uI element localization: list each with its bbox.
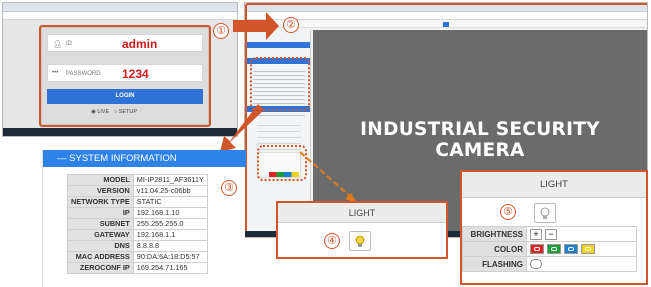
system-info-value: 8.8.8.8	[132, 240, 208, 252]
system-info-row: GATEWAY 192.168.1.1	[67, 229, 208, 241]
system-info-row: NETWORK TYPE STATIC	[67, 196, 208, 208]
system-info-row: SUBNET 255.255.255.0	[67, 218, 208, 230]
system-info-row: IP 192.168.1.10	[67, 207, 208, 219]
system-info-value: 90:DA:6A:18:D5:57	[132, 251, 208, 263]
light-panel-simple: LIGHT ④	[276, 201, 448, 259]
brightness-minus-button[interactable]: −	[545, 228, 557, 240]
system-info-key: SUBNET	[67, 218, 134, 230]
system-info-header[interactable]: — SYSTEM INFORMATION	[43, 150, 246, 167]
system-info-value: 192.168.1.10	[132, 207, 208, 219]
color-swatches	[526, 241, 637, 257]
system-info-value: MI-IP2811_AF3611Y	[132, 174, 208, 186]
swatch-indicator	[568, 247, 574, 251]
brightness-label: BRIGHTNESS	[462, 226, 527, 242]
light-panel-full: LIGHT ⑤ BRIGHTNESS + − COLOR FLASHING	[460, 170, 648, 285]
brightness-controls: + −	[526, 226, 637, 242]
swatch-indicator	[534, 247, 540, 251]
light-bulb-on-icon[interactable]	[349, 231, 371, 251]
flashing-label: FLASHING	[462, 256, 527, 272]
flashing-row: FLASHING	[462, 256, 637, 272]
light-bulb-off-icon[interactable]	[534, 203, 556, 223]
system-info-row: VERSION v11.04.25-c06bb	[67, 185, 208, 197]
system-info-value: STATIC	[132, 196, 208, 208]
swatch-indicator	[585, 247, 591, 251]
brightness-row: BRIGHTNESS + −	[462, 226, 637, 242]
system-info-key: MODEL	[67, 174, 134, 186]
system-info-row: ZEROCONF IP 169.254.71.165	[67, 262, 208, 274]
system-info-value: v11.04.25-c06bb	[132, 185, 208, 197]
system-info-panel: — SYSTEM INFORMATION MODEL MI-IP2811_AF36…	[42, 150, 246, 287]
system-info-title: SYSTEM INFORMATION	[69, 153, 177, 164]
system-info-value: 169.254.71.165	[132, 262, 208, 274]
swatch-indicator	[551, 247, 557, 251]
light-settings-table: BRIGHTNESS + − COLOR FLASHING	[462, 226, 637, 272]
system-info-key: DNS	[67, 240, 134, 252]
system-info-key: GATEWAY	[67, 229, 134, 241]
system-info-table: MODEL MI-IP2811_AF3611Y VERSION v11.04.25-c…	[67, 174, 208, 274]
system-info-key: VERSION	[67, 185, 134, 197]
system-info-row: DNS 8.8.8.8	[67, 240, 208, 252]
flashing-toggle-cell	[526, 256, 637, 272]
step-3-marker: ③	[221, 180, 237, 196]
flashing-toggle[interactable]	[530, 259, 542, 269]
color-row: COLOR	[462, 241, 637, 257]
step-5-marker: ⑤	[500, 204, 516, 220]
color-swatch[interactable]	[581, 244, 595, 254]
color-swatch[interactable]	[564, 244, 578, 254]
arrow-live-to-sysinfo	[220, 104, 264, 152]
light-panel-title: LIGHT	[462, 172, 646, 198]
system-info-row: MAC ADDRESS 90:DA:6A:18:D5:57	[67, 251, 208, 263]
arrow-login-to-live	[233, 12, 279, 40]
system-info-value: 255.255.255.0	[132, 218, 208, 230]
light-panel-title: LIGHT	[278, 203, 446, 223]
system-info-key: ZEROCONF IP	[67, 262, 134, 274]
system-info-key: NETWORK TYPE	[67, 196, 134, 208]
color-swatch[interactable]	[547, 244, 561, 254]
arrow-light-dashed	[299, 151, 353, 199]
collapse-toggle[interactable]: —	[57, 153, 67, 164]
system-info-key: IP	[67, 207, 134, 219]
brightness-plus-button[interactable]: +	[530, 228, 542, 240]
step-4-marker: ④	[324, 233, 340, 249]
system-info-value: 192.168.1.1	[132, 229, 208, 241]
color-label: COLOR	[462, 241, 527, 257]
system-info-key: MAC ADDRESS	[67, 251, 134, 263]
system-info-row: MODEL MI-IP2811_AF3611Y	[67, 174, 208, 186]
color-swatch[interactable]	[530, 244, 544, 254]
